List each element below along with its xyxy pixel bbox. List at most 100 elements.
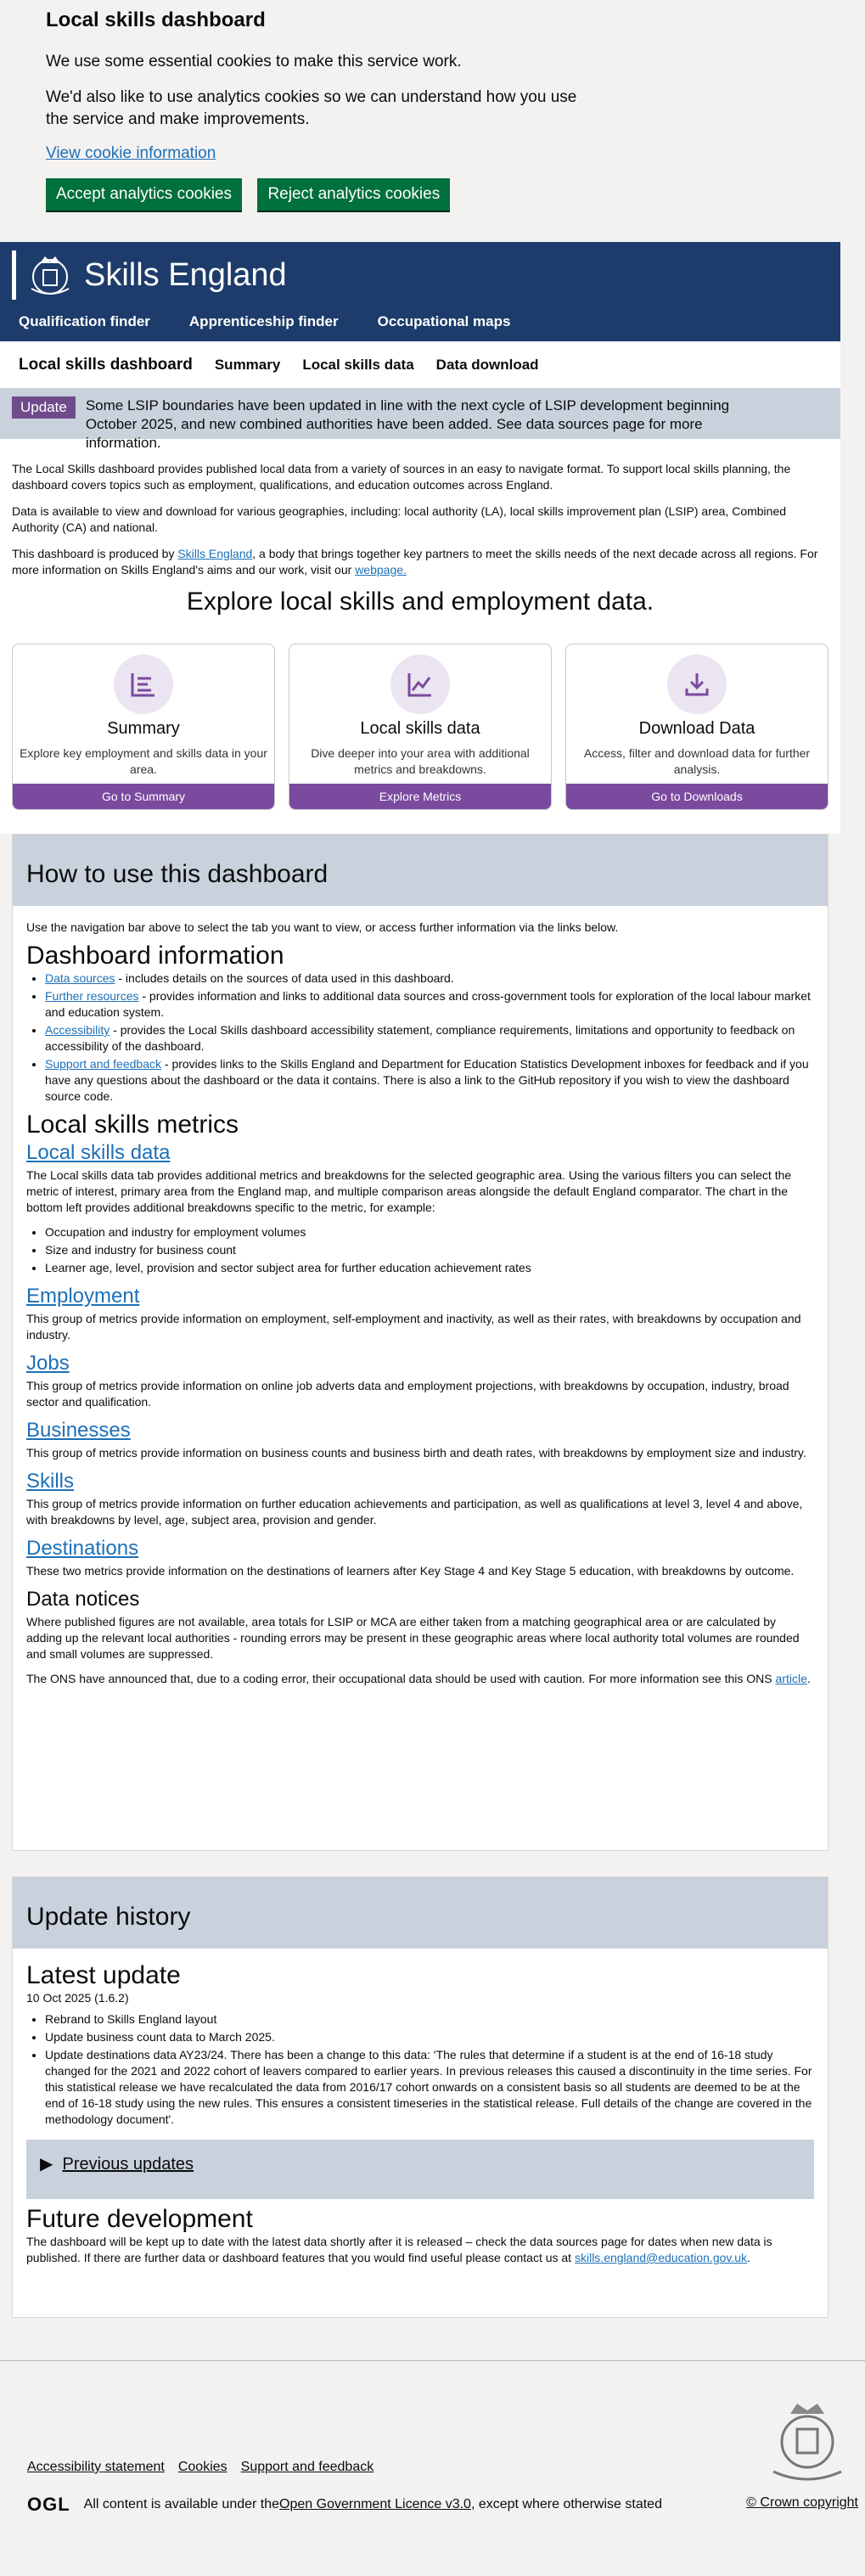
cards: Summary Explore key employment and skill… <box>0 638 840 825</box>
explore-heading: Explore local skills and employment data… <box>0 586 840 638</box>
licence: OGL All content is available under the O… <box>27 2494 662 2515</box>
download-icon <box>667 655 727 714</box>
businesses-text: This group of metrics provide informatio… <box>26 1446 806 1460</box>
footer-support-link[interactable]: Support and feedback <box>241 2460 374 2475</box>
list-item: Support and feedback - provides links to… <box>45 1056 814 1105</box>
list-item: Update business count data to March 2025… <box>45 2029 814 2045</box>
explore-metrics-button[interactable]: Explore Metrics <box>289 784 551 809</box>
royal-crest-icon <box>31 256 70 295</box>
email-link[interactable]: skills.england@education.gov.uk <box>575 2251 747 2264</box>
site-header: Skills England Qualification finder Appr… <box>0 242 840 341</box>
metrics-heading: Local skills metrics <box>26 1111 239 1139</box>
dashboard-info-heading: Dashboard information <box>26 942 284 970</box>
line-chart-icon <box>390 655 450 714</box>
card-description: Explore key employment and skills data i… <box>20 746 267 776</box>
card-title: Local skills data <box>360 719 480 738</box>
destinations-link[interactable]: Destinations <box>26 1537 138 1560</box>
tab-local-skills-data[interactable]: Local skills data <box>302 357 413 374</box>
update-history-title: Update history <box>13 1877 828 1949</box>
jobs-text: This group of metrics provide informatio… <box>26 1379 789 1409</box>
header-nav: Qualification finder Apprenticeship find… <box>19 313 840 330</box>
lsd-text: The Local skills data tab provides addit… <box>26 1168 792 1214</box>
crown-copyright-link[interactable]: © Crown copyright <box>746 2495 858 2510</box>
skills-link[interactable]: Skills <box>26 1470 74 1493</box>
card-title: Summary <box>107 719 180 738</box>
previous-updates-toggle[interactable]: ▶ Previous updates <box>26 2140 814 2199</box>
crown-copyright: © Crown copyright <box>746 2495 858 2511</box>
accept-cookies-button[interactable]: Accept analytics cookies <box>46 178 242 211</box>
cookie-text-essential: We use some essential cookies to make th… <box>46 53 462 70</box>
list-icon <box>114 655 173 714</box>
list-item: Size and industry for business count <box>45 1242 814 1258</box>
go-to-summary-button[interactable]: Go to Summary <box>13 784 274 809</box>
view-cookie-info-link[interactable]: View cookie information <box>46 144 216 163</box>
card-download-data: Download Data Access, filter and downloa… <box>565 644 828 810</box>
how-to-title: How to use this dashboard <box>13 835 828 906</box>
skills-text: This group of metrics provide informatio… <box>26 1497 803 1527</box>
latest-update-date: 10 Oct 2025 (1.6.2) <box>26 1991 129 2005</box>
info-list: Data sources - includes details on the s… <box>45 970 814 1105</box>
list-item: Further resources - provides information… <box>45 988 814 1021</box>
lsd-list: Occupation and industry for employment v… <box>45 1224 814 1276</box>
card-local-skills-data: Local skills data Dive deeper into your … <box>289 644 552 810</box>
businesses-link[interactable]: Businesses <box>26 1419 131 1442</box>
future-development-text: The dashboard will be kept up to date wi… <box>26 2235 772 2264</box>
nav-apprenticeship-finder[interactable]: Apprenticeship finder <box>189 313 339 330</box>
intro-p3: This dashboard is produced by Skills Eng… <box>12 547 818 577</box>
employment-link[interactable]: Employment <box>26 1285 139 1308</box>
intro: The Local Skills dashboard provides publ… <box>0 454 840 586</box>
reject-cookies-button[interactable]: Reject analytics cookies <box>257 178 451 211</box>
ons-article-link[interactable]: article <box>776 1672 807 1685</box>
tab-summary[interactable]: Summary <box>215 357 280 374</box>
ogl-logo-icon: OGL <box>27 2494 70 2515</box>
cookie-banner: Local skills dashboard We use some essen… <box>0 0 865 242</box>
data-sources-link[interactable]: Data sources <box>45 971 115 985</box>
card-description: Dive deeper into your area with addition… <box>311 746 530 776</box>
list-item: Accessibility - provides the Local Skill… <box>45 1022 814 1055</box>
previous-updates-label: Previous updates <box>62 2155 194 2174</box>
notices-text-2: The ONS have announced that, due to a co… <box>26 1672 811 1685</box>
cookie-title: Local skills dashboard <box>46 8 266 31</box>
jobs-link[interactable]: Jobs <box>26 1352 70 1375</box>
support-feedback-link[interactable]: Support and feedback <box>45 1057 161 1071</box>
nav-occupational-maps[interactable]: Occupational maps <box>378 313 511 330</box>
skills-england-link[interactable]: Skills England <box>177 547 252 560</box>
dashboard-nav: Local skills dashboard Summary Local ski… <box>0 341 840 388</box>
card-summary: Summary Explore key employment and skill… <box>12 644 275 810</box>
brand-name: Skills England <box>84 256 287 293</box>
footer-accessibility-link[interactable]: Accessibility statement <box>27 2460 165 2475</box>
card-description: Access, filter and download data for fur… <box>583 746 811 776</box>
further-resources-link[interactable]: Further resources <box>45 989 138 1003</box>
footer-cookies-link[interactable]: Cookies <box>178 2460 227 2475</box>
nav-qualification-finder[interactable]: Qualification finder <box>19 313 150 330</box>
footer-links: Accessibility statement Cookies Support … <box>27 2460 374 2475</box>
tab-data-download[interactable]: Data download <box>436 357 539 374</box>
update-banner: Update Some LSIP boundaries have been up… <box>0 388 840 451</box>
tab-local-skills-dashboard[interactable]: Local skills dashboard <box>19 356 193 374</box>
list-item: Occupation and industry for employment v… <box>45 1224 814 1240</box>
triangle-right-icon: ▶ <box>40 2155 53 2174</box>
accessibility-link[interactable]: Accessibility <box>45 1023 110 1037</box>
employment-text: This group of metrics provide informatio… <box>26 1312 801 1341</box>
webpage-link[interactable]: webpage. <box>355 563 407 577</box>
update-history-section: Update history Latest update 10 Oct 2025… <box>12 1876 828 2318</box>
notices-text-1: Where published figures are not availabl… <box>26 1615 800 1661</box>
data-notices-heading: Data notices <box>26 1588 140 1611</box>
how-to-section: How to use this dashboard Use the naviga… <box>12 834 828 1851</box>
local-skills-data-link[interactable]: Local skills data <box>26 1141 170 1164</box>
go-to-downloads-button[interactable]: Go to Downloads <box>566 784 828 809</box>
list-item: Update destinations data AY23/24. There … <box>45 2047 814 2128</box>
list-item: Learner age, level, provision and sector… <box>45 1260 814 1276</box>
licence-link[interactable]: Open Government Licence v3.0 <box>279 2497 471 2512</box>
future-development-heading: Future development <box>26 2205 253 2233</box>
destinations-text: These two metrics provide information on… <box>26 1564 795 1578</box>
latest-update-list: Rebrand to Skills England layout Update … <box>45 2011 814 2128</box>
update-text: Some LSIP boundaries have been updated i… <box>85 397 730 451</box>
site-footer: Accessibility statement Cookies Support … <box>0 2360 865 2576</box>
brand[interactable]: Skills England <box>12 250 840 300</box>
intro-p2: Data is available to view and download f… <box>12 504 787 534</box>
royal-coat-of-arms-icon <box>772 2404 842 2481</box>
list-item: Rebrand to Skills England layout <box>45 2011 814 2028</box>
card-title: Download Data <box>638 719 755 738</box>
list-item: Data sources - includes details on the s… <box>45 970 814 987</box>
